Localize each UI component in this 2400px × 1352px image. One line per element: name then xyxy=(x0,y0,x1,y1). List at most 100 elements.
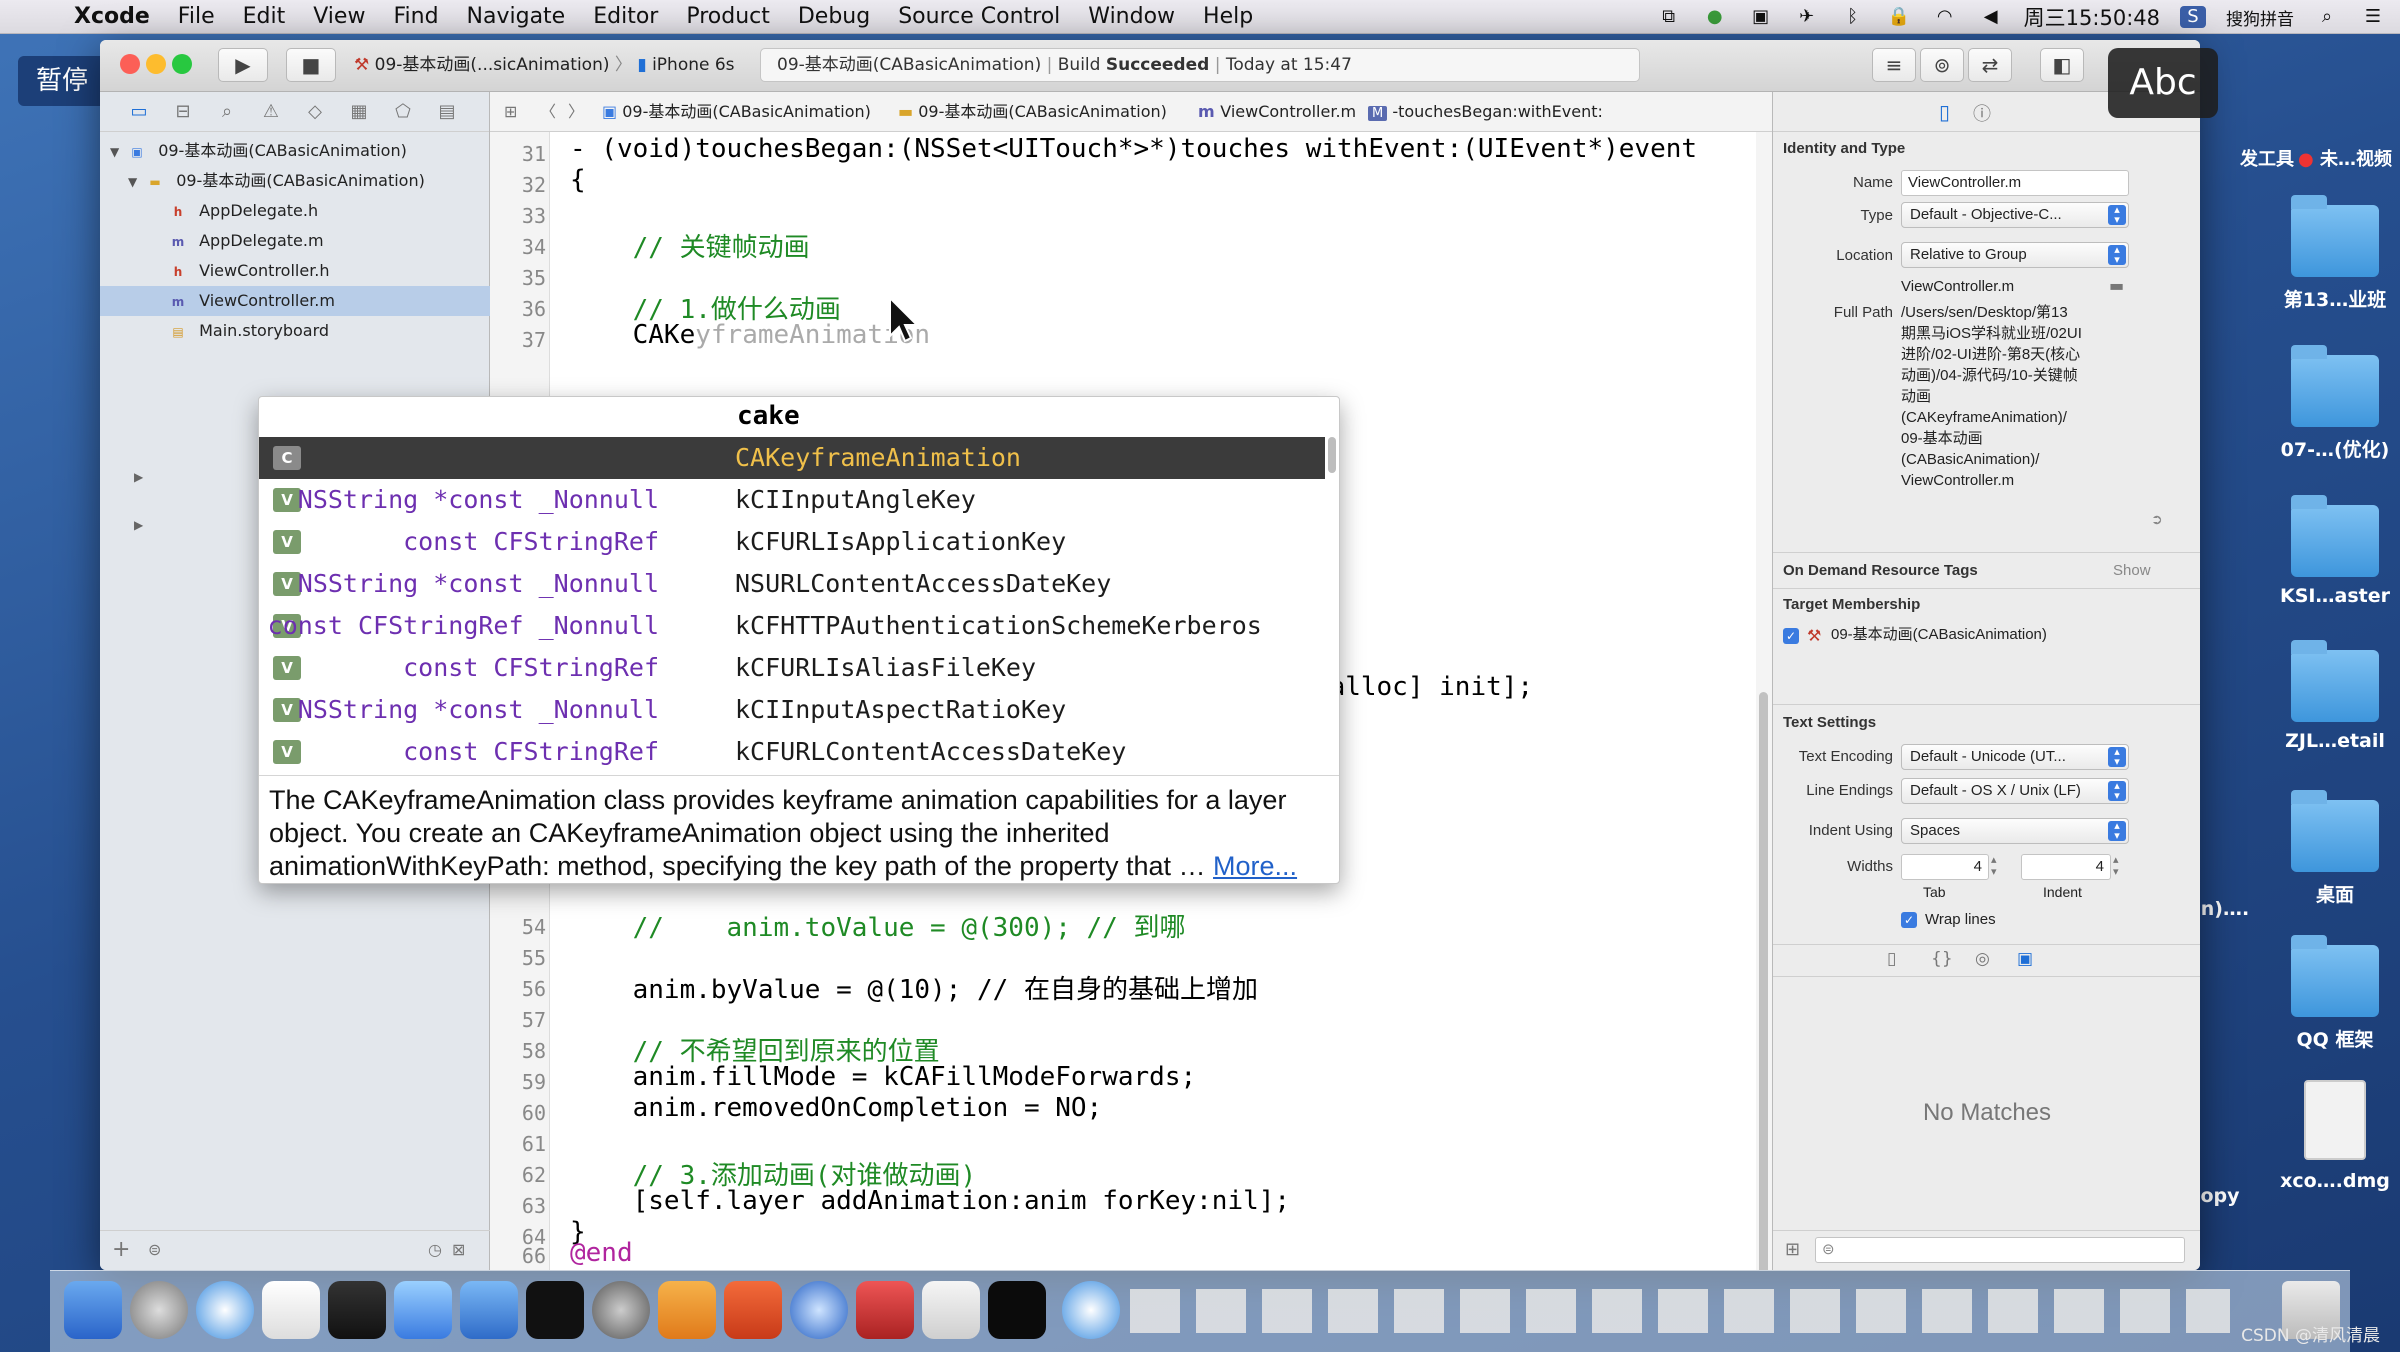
desktop-folder-ksi[interactable]: KSI…aster xyxy=(2270,495,2400,607)
menu-window[interactable]: Window xyxy=(1074,4,1189,29)
notification-list-icon[interactable]: ☰ xyxy=(2360,6,2386,28)
keynote-icon[interactable] xyxy=(724,1281,782,1339)
completion-item[interactable]: V const CFStringRef kCFURLIsAliasFileKey xyxy=(259,647,1325,689)
editor-scrollbar[interactable] xyxy=(1756,132,1772,1270)
code-line[interactable]: anim.byValue = @(10); // 在自身的基础上增加 xyxy=(570,969,1258,1006)
completion-item[interactable]: V const CFStringRef kCFURLContentAccessD… xyxy=(259,731,1325,773)
desktop-folder-class13[interactable]: 第13…业班 xyxy=(2270,195,2400,312)
standard-editor-button[interactable]: ≡ xyxy=(1872,48,1916,82)
code-line[interactable]: anim.removedOnCompletion = NO; xyxy=(570,1093,1103,1123)
pause-badge[interactable]: 暂停 xyxy=(18,56,106,106)
back-arrow-icon[interactable]: 〈 xyxy=(540,92,556,132)
menu-navigate[interactable]: Navigate xyxy=(453,4,580,29)
search-icon[interactable]: ⌕ xyxy=(212,99,242,125)
volume-icon[interactable]: ◀ xyxy=(1978,6,2004,28)
assistant-editor-button[interactable]: ⊚ xyxy=(1920,48,1964,82)
breadcrumb-file[interactable]: m ViewController.m xyxy=(1198,92,1356,132)
recent-files-icon[interactable]: ◷ xyxy=(428,1240,442,1259)
browser-icon[interactable] xyxy=(1062,1281,1120,1339)
wrap-lines-checkbox[interactable]: ✓ xyxy=(1901,912,1917,928)
disclosure-open-icon[interactable]: ▼ xyxy=(128,167,142,197)
minimize-window-button[interactable] xyxy=(146,54,166,74)
menu-view[interactable]: View xyxy=(299,4,379,29)
tree-file-row[interactable]: ▤ Main.storyboard xyxy=(100,316,490,346)
breadcrumb-project[interactable]: ▣ 09-基本动画(CABasicAnimation) xyxy=(602,92,871,132)
desktop-folder-desktop[interactable]: 桌面 xyxy=(2270,790,2400,907)
menu-file[interactable]: File xyxy=(164,4,229,29)
desktop-folder-zjl[interactable]: ZJL…etail xyxy=(2270,640,2400,752)
menu-clock[interactable]: 周三15:50:48 xyxy=(2024,2,2160,32)
filter-icon[interactable]: ⊜ xyxy=(148,1240,161,1259)
test-diamond-icon[interactable]: ◇ xyxy=(300,99,330,125)
breadcrumb-group[interactable]: ▬ 09-基本动画(CABasicAnimation) xyxy=(898,92,1167,132)
system-preferences-icon[interactable] xyxy=(592,1281,650,1339)
stop-button[interactable]: ■ xyxy=(286,48,336,82)
completion-item[interactable]: V NSString *const _Nonnull kCIInputAngle… xyxy=(259,479,1325,521)
tree-file-row-selected[interactable]: m ViewController.m xyxy=(100,286,490,316)
completion-item-selected[interactable]: C CAKeyframeAnimation xyxy=(259,437,1325,479)
tree-file-row[interactable]: h ViewController.h xyxy=(100,256,490,286)
lock-icon[interactable]: 🔒 xyxy=(1886,6,1912,28)
code-line[interactable]: - (void)touchesBegan:(NSSet<UITouch*>*)t… xyxy=(570,134,1697,164)
scheme-selector[interactable]: ⚒ 09-基本动画(...sicAnimation) 〉 ▮ iPhone 6s xyxy=(354,50,735,80)
completion-item[interactable]: V const CFStringRef _Nonnull kCFHTTPAuth… xyxy=(259,605,1325,647)
tab-width-field[interactable]: 4 xyxy=(1901,854,1989,880)
odr-show-button[interactable]: Show xyxy=(2113,560,2151,581)
menu-product[interactable]: Product xyxy=(672,4,784,29)
breadcrumb-method[interactable]: M -touchesBegan:withEvent: xyxy=(1368,92,1603,134)
video-tool-icon[interactable] xyxy=(328,1281,386,1339)
code-line[interactable]: @end xyxy=(570,1238,633,1268)
xcode-dock-icon[interactable] xyxy=(394,1281,452,1339)
console-icon[interactable] xyxy=(988,1281,1046,1339)
line-endings-popup[interactable]: Default - OS X / Unix (LF) ▴ ▾ xyxy=(1901,778,2129,804)
window-tile-icon[interactable]: ⧉ xyxy=(1656,6,1682,28)
completion-item[interactable]: V NSString *const _Nonnull NSURLContentA… xyxy=(259,563,1325,605)
scrollbar-thumb[interactable] xyxy=(1328,437,1336,473)
disclosure-open-icon[interactable]: ▼ xyxy=(110,137,124,167)
file-template-icon[interactable]: ▯ xyxy=(1887,949,1896,969)
menu-editor[interactable]: Editor xyxy=(579,4,672,29)
folder-icon[interactable]: ▭ xyxy=(124,99,154,125)
desktop-folder-07[interactable]: 07-…(优化) xyxy=(2270,345,2400,462)
completion-item[interactable]: V const CFStringRef kCFURLIsApplicationK… xyxy=(259,521,1325,563)
menu-edit[interactable]: Edit xyxy=(229,4,300,29)
menu-help[interactable]: Help xyxy=(1189,4,1267,29)
media-library-icon[interactable]: ▣ xyxy=(2017,949,2033,969)
desktop-label-video[interactable]: ● 未…视频 xyxy=(2280,145,2400,171)
desktop-folder-qq[interactable]: QQ 框架 xyxy=(2270,935,2400,1052)
report-bubble-icon[interactable]: ▤ xyxy=(432,99,462,125)
file-inspector-icon[interactable]: ▯ xyxy=(1939,100,1950,124)
input-method-label[interactable]: 搜狗拼音 xyxy=(2226,5,2294,30)
symbol-hierarchy-icon[interactable]: ⊟ xyxy=(168,99,198,125)
disclosure-closed-icon[interactable]: ▶ xyxy=(134,470,143,484)
completion-item[interactable]: V NSString *const _Nonnull kCIInputAspec… xyxy=(259,689,1325,731)
code-line[interactable]: // 关键帧动画 xyxy=(570,227,810,264)
object-library-icon[interactable]: ◎ xyxy=(1975,949,1990,969)
version-editor-button[interactable]: ⇄ xyxy=(1968,48,2012,82)
debug-gauge-icon[interactable]: ▦ xyxy=(344,99,374,125)
indent-using-popup[interactable]: Spaces ▴ ▾ xyxy=(1901,818,2129,844)
more-link[interactable]: More... xyxy=(1213,851,1297,881)
instruments-icon[interactable] xyxy=(460,1281,518,1339)
name-field[interactable]: ViewController.m xyxy=(1901,170,2129,196)
grid-view-icon[interactable]: ⊞ xyxy=(1785,1239,1800,1260)
wifi-icon[interactable]: ◠ xyxy=(1932,6,1958,28)
target-checkbox[interactable]: ✓ xyxy=(1783,628,1799,644)
source-control-filter-icon[interactable]: ⊠ xyxy=(452,1240,465,1259)
warning-icon[interactable]: ⚠ xyxy=(256,99,286,125)
menu-find[interactable]: Find xyxy=(379,4,452,29)
breakpoint-icon[interactable]: ⬠ xyxy=(388,99,418,125)
scrollbar-thumb[interactable] xyxy=(1759,692,1768,1270)
run-button[interactable]: ▶ xyxy=(218,48,268,82)
toggle-navigator-button[interactable]: ◧ xyxy=(2040,48,2084,82)
menu-app-name[interactable]: Xcode xyxy=(60,4,164,29)
terminal-icon[interactable] xyxy=(526,1281,584,1339)
notes-icon[interactable] xyxy=(922,1281,980,1339)
stepper-icon[interactable]: ▴ ▾ xyxy=(1991,854,1997,878)
stepper-icon[interactable]: ▴ ▾ xyxy=(2113,854,2119,878)
reveal-in-finder-icon[interactable]: ➲ xyxy=(2151,512,2163,528)
quicktime-icon[interactable] xyxy=(790,1281,848,1339)
launchpad-icon[interactable] xyxy=(130,1281,188,1339)
close-window-button[interactable] xyxy=(120,54,140,74)
menu-source-control[interactable]: Source Control xyxy=(884,4,1074,29)
